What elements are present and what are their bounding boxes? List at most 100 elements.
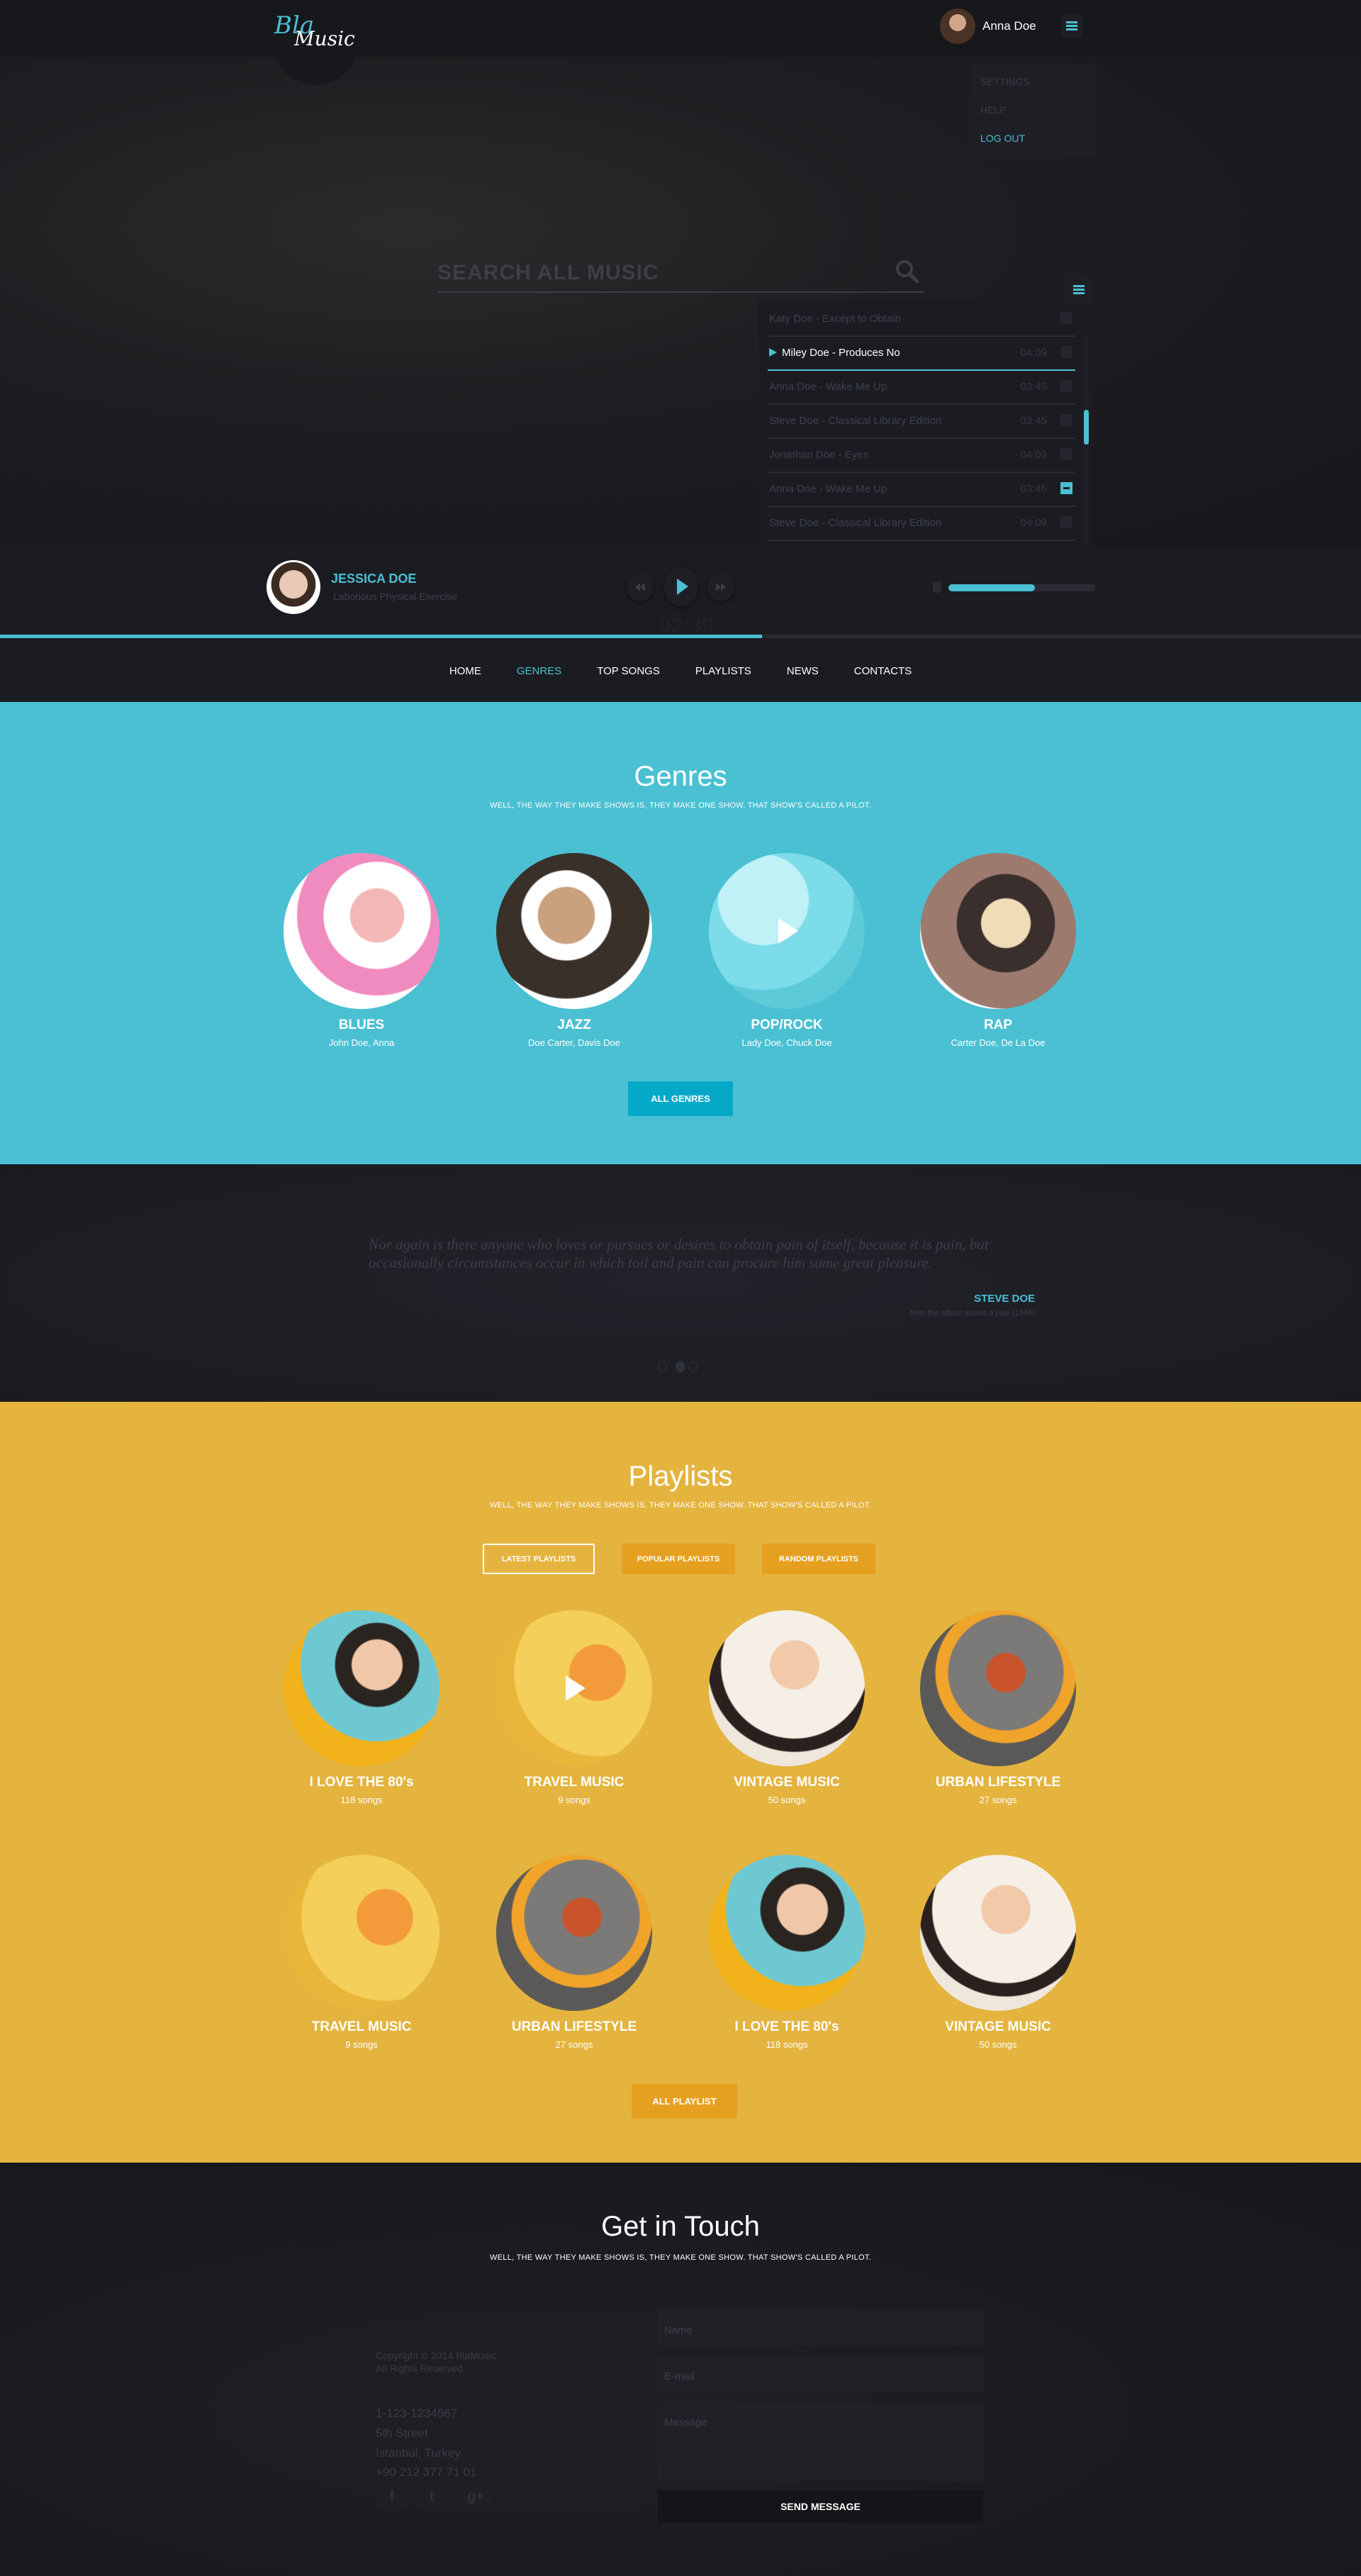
remove-icon[interactable] [1060,414,1072,426]
name-field[interactable]: Name [658,2310,983,2346]
genre-name[interactable]: JAZZ [482,1017,666,1033]
genre-image[interactable] [709,853,865,1009]
track-row[interactable]: Anna Doe - Wake Me Up 03:45 [768,372,1075,405]
email-field[interactable]: E-mail [658,2356,983,2392]
play-icon [677,579,688,595]
send-message-button[interactable]: SEND MESSAGE [658,2490,983,2523]
menu-settings[interactable]: SETTINGS [980,76,1030,87]
genre-artists: Doe Carter, Davis Doe [527,1037,621,1048]
track-row[interactable]: Jonathan Doe - Eyes 04:09 [768,440,1075,473]
remove-icon[interactable] [1060,448,1072,460]
hamburger-line [1073,292,1085,294]
volume-icon[interactable] [933,581,941,593]
menu-help[interactable]: HELP [980,104,1007,116]
playlist-name[interactable]: TRAVEL MUSIC [482,1775,666,1790]
genre-name[interactable]: BLUES [269,1017,454,1033]
genre-artists: John Doe, Anna [328,1037,395,1048]
remove-icon[interactable] [1060,482,1072,494]
nav-genres[interactable]: GENRES [517,665,561,702]
playlists-title: Playlists [628,1461,733,1492]
genre-image[interactable] [284,853,439,1009]
google-plus-icon[interactable]: g+ [459,2480,492,2513]
track-title: Anna Doe - Wake Me Up [769,381,887,393]
search-input[interactable]: SEARCH ALL MUSIC [437,261,659,285]
playlist-image[interactable] [709,1610,865,1766]
hamburger-line [1066,25,1077,27]
playlist-image[interactable] [709,1855,865,2011]
genre-image[interactable] [496,853,652,1009]
playlist-name[interactable]: URBAN LIFESTYLE [482,2019,666,2035]
nav-news[interactable]: NEWS [787,665,819,702]
all-playlist-button[interactable]: ALL PLAYLIST [632,2084,737,2119]
previous-button[interactable] [627,573,654,601]
playlist-name[interactable]: VINTAGE MUSIC [695,1775,879,1790]
rights-reserved: All Rights Reserved. [376,2363,466,2374]
playlist-image[interactable] [284,1855,439,2011]
genre-name[interactable]: RAP [906,1017,1090,1033]
playlist-song-count: 9 songs [345,2039,378,2050]
song-title: Laborious Physical Exercise [333,591,458,602]
slider-dot[interactable] [688,1361,698,1372]
tab-latest-playlists[interactable]: LATEST PLAYLISTS [483,1544,595,1574]
play-icon[interactable] [778,918,798,944]
user-name[interactable]: Anna Doe [982,19,1036,33]
hero-background [0,57,1361,546]
track-row[interactable]: Miley Doe - Produces No 04:09 [768,338,1075,371]
playlist-image[interactable] [920,1610,1076,1766]
playlist-song-count: 118 songs [766,2039,808,2050]
track-row[interactable]: Katy Doe - Except to Obtain [768,303,1075,337]
playlist-name[interactable]: I LOVE THE 80's [695,2019,879,2035]
genre-name[interactable]: POP/ROCK [695,1017,879,1033]
next-button[interactable] [707,573,734,601]
play-icon[interactable] [566,1675,586,1701]
tab-random-playlists[interactable]: RANDOM PLAYLISTS [762,1544,875,1574]
playlist-image[interactable] [920,1855,1076,2011]
nav-home[interactable]: HOME [449,665,481,702]
genre-image[interactable] [920,853,1076,1009]
facebook-icon[interactable]: f [376,2480,408,2513]
user-avatar[interactable] [940,9,975,44]
hamburger-icon [1073,285,1085,287]
playlist-image[interactable] [496,1610,652,1766]
remove-icon[interactable] [1060,312,1072,324]
nav-top-songs[interactable]: TOP SONGS [597,665,660,702]
playlist-name[interactable]: TRAVEL MUSIC [269,2019,454,2035]
track-row[interactable]: Steve Doe - Classical Library Edition 04:… [768,508,1075,541]
scrollbar-thumb[interactable] [1084,410,1089,445]
play-button[interactable] [664,567,698,606]
all-genres-button[interactable]: ALL GENRES [628,1081,733,1116]
playlist-image[interactable] [284,1610,439,1766]
playlist-menu-button[interactable] [1065,277,1093,303]
track-row[interactable]: Steve Doe - Classical Library Edition 03:… [768,406,1075,439]
playlist-song-count: 50 songs [768,1795,806,1805]
playlist-image[interactable] [496,1855,652,2011]
genre-artists: Carter Doe, De La Doe [951,1037,1046,1048]
contact-city: Istanbul, Turkey [376,2446,461,2460]
artist-avatar [267,560,320,614]
remove-icon[interactable] [1060,516,1072,528]
menu-logout[interactable]: LOG OUT [980,133,1025,144]
menu-button[interactable] [1061,14,1082,38]
track-title: Steve Doe - Classical Library Edition [769,415,942,427]
playlist-name[interactable]: VINTAGE MUSIC [906,2019,1090,2035]
quote-source: from the album avoids a pain (1945) [909,1309,1035,1317]
tab-popular-playlists[interactable]: POPULAR PLAYLISTS [622,1544,735,1574]
nav-playlists[interactable]: PLAYLISTS [695,665,751,702]
slider-dot-active[interactable] [676,1361,685,1372]
search-icon[interactable] [895,259,920,284]
quote-author: STEVE DOE [974,1293,1035,1305]
track-title: Miley Doe - Produces No [782,347,900,359]
nav-contacts[interactable]: CONTACTS [854,665,912,702]
track-title: Steve Doe - Classical Library Edition [769,517,942,529]
track-row[interactable]: Anna Doe - Wake Me Up 03:45 [768,474,1075,507]
slider-dot[interactable] [658,1361,667,1372]
user-dropdown: SETTINGS HELP LOG OUT [971,64,1097,158]
message-field[interactable]: Message [658,2402,983,2481]
playlist-name[interactable]: I LOVE THE 80's [269,1775,454,1790]
track-title: Jonathan Doe - Eyes [769,449,869,461]
track-duration: 03:45 [1020,415,1047,427]
remove-icon[interactable] [1060,380,1072,392]
playlist-name[interactable]: URBAN LIFESTYLE [906,1775,1090,1790]
twitter-icon[interactable]: t [415,2480,448,2513]
remove-icon[interactable] [1060,346,1072,358]
